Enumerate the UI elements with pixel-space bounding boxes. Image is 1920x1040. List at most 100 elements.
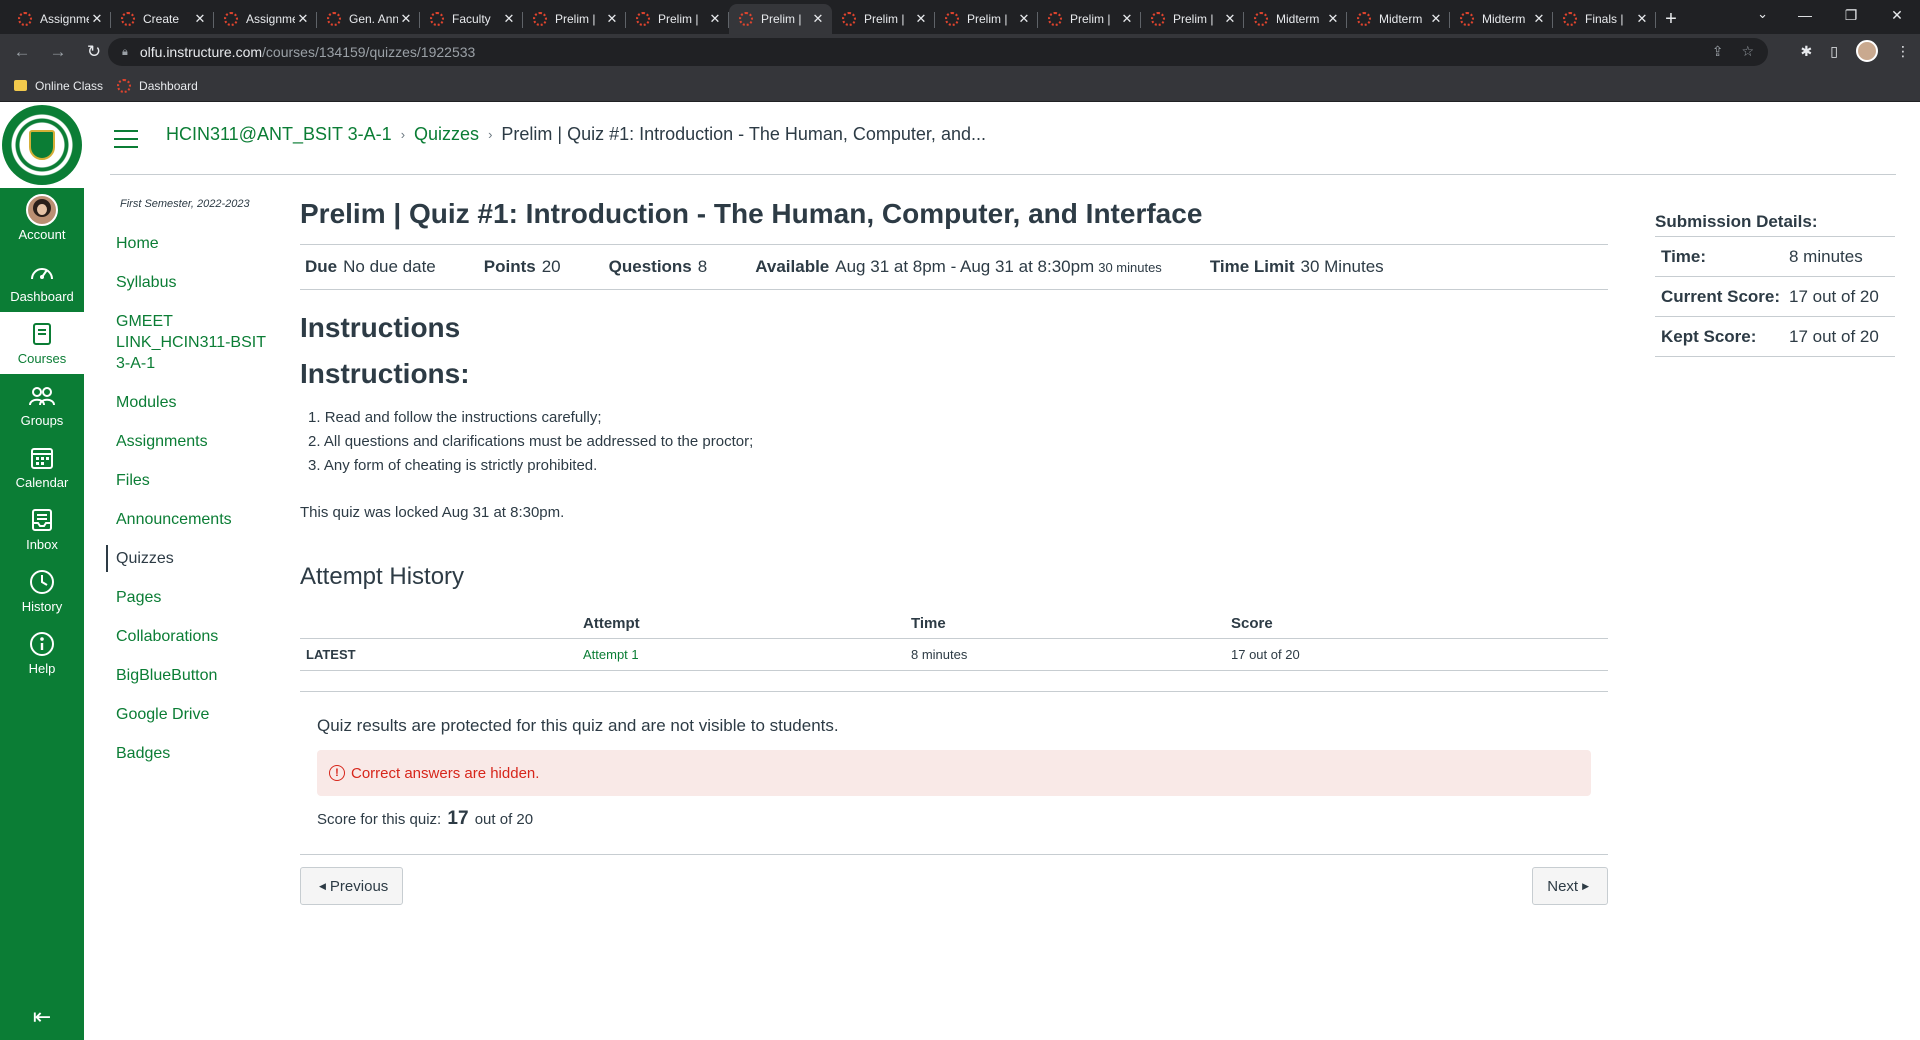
global-nav-calendar[interactable]: Calendar [0,436,84,498]
tab-search-icon[interactable]: ⌄ [1757,6,1768,22]
browser-tab[interactable]: Faculty ✕ [420,4,523,34]
browser-tab[interactable]: Create ✕ [111,4,214,34]
course-nav-item-bigbluebutton[interactable]: BigBlueButton [106,662,276,689]
minimize-button[interactable]: — [1782,7,1828,23]
breadcrumb-quizzes-link[interactable]: Quizzes [414,124,479,145]
course-nav-item-quizzes[interactable]: Quizzes [106,545,276,572]
global-nav-history[interactable]: History [0,560,84,622]
course-nav-item-files[interactable]: Files [106,467,276,494]
calendar-icon [30,444,54,472]
results-protected-note: Quiz results are protected for this quiz… [317,716,839,735]
course-nav-item-modules[interactable]: Modules [106,389,276,416]
course-nav-item-badges[interactable]: Badges [106,740,276,767]
forward-icon[interactable]: → [44,42,72,62]
browser-tab[interactable]: Finals | ✕ [1553,4,1656,34]
attempt-link[interactable]: Attempt 1 [583,647,639,662]
side-panel-icon[interactable]: ▯ [1830,43,1838,60]
course-nav-item-announcements[interactable]: Announcements [106,506,276,533]
canvas-favicon-icon [1460,12,1474,26]
module-pager: ◀ Previous Next ▶ [300,867,1608,905]
course-nav-item-collaborations[interactable]: Collaborations [106,623,276,650]
global-nav-inbox[interactable]: Inbox [0,498,84,560]
chevron-right-icon: › [400,127,406,142]
previous-button[interactable]: ◀ Previous [300,867,404,905]
school-logo[interactable] [0,102,84,188]
bookmark-online-class[interactable]: Online Class [14,79,103,93]
attempt-history-heading: Attempt History [300,563,465,590]
course-nav-item-google-drive[interactable]: Google Drive [106,701,276,728]
browser-tab[interactable]: Prelim | ✕ [935,4,1038,34]
history-icon [29,568,55,596]
extensions-icon[interactable]: ✱ [1801,43,1813,60]
close-tab-icon[interactable]: ✕ [604,11,620,27]
lock-icon: 🔒︎ [122,45,128,58]
global-nav-help[interactable]: Help [0,622,84,684]
row-value: 17 out of 20 [1789,286,1879,306]
close-tab-icon[interactable]: ✕ [913,11,929,27]
breadcrumb-course-link[interactable]: HCIN311@ANT_BSIT 3-A-1 [166,124,392,145]
browser-tab[interactable]: Prelim | ✕ [626,4,729,34]
close-tab-icon[interactable]: ✕ [89,11,105,27]
reload-icon[interactable]: ↻ [80,42,108,62]
browser-tab[interactable]: Midterm ✕ [1244,4,1347,34]
close-tab-icon[interactable]: ✕ [1325,11,1341,27]
close-tab-icon[interactable]: ✕ [192,11,208,27]
tab-title: Prelim | [1070,12,1111,26]
close-tab-icon[interactable]: ✕ [1531,11,1547,27]
browser-tab[interactable]: Assignment✕ [214,4,317,34]
global-nav-label: Help [28,661,56,676]
course-nav-item-home[interactable]: Home [106,230,276,257]
tab-title: Gen. Announcements [349,12,398,26]
global-nav-courses[interactable]: Courses [0,312,84,374]
quiz-results: Quiz results are protected for this quiz… [300,692,1608,830]
close-tab-icon[interactable]: ✕ [501,11,517,27]
attempt-time: 8 minutes [905,638,1225,671]
browser-tab[interactable]: Prelim | ✕ [1038,4,1141,34]
browser-tab[interactable]: Prelim | ✕ [523,4,626,34]
browser-tab[interactable]: Midterm ✕ [1450,4,1553,34]
browser-tab[interactable]: Prelim | ✕ [1141,4,1244,34]
collapse-nav-icon[interactable]: ⇤ [0,1004,84,1030]
new-tab-button[interactable]: + [1656,4,1686,34]
browser-tab[interactable]: Midterm ✕ [1347,4,1450,34]
course-nav-item-syllabus[interactable]: Syllabus [106,269,276,296]
bookmark-label: Dashboard [139,78,198,93]
global-nav-dashboard[interactable]: Dashboard [0,250,84,312]
course-menu-toggle[interactable] [114,130,138,154]
row-label: Kept Score: [1661,326,1757,346]
close-tab-icon[interactable]: ✕ [1016,11,1032,27]
bookmark-dashboard[interactable]: Dashboard [117,78,198,93]
close-tab-icon[interactable]: ✕ [707,11,723,27]
menu-icon[interactable]: ⋮ [1896,43,1910,60]
restore-button[interactable]: ❐ [1828,7,1874,24]
course-nav: First Semester, 2022-2023 Home Syllabus GM… [106,198,276,779]
back-icon[interactable]: ← [8,42,36,62]
share-icon[interactable]: ⇪ [1712,43,1724,60]
global-nav-groups[interactable]: Groups [0,374,84,436]
address-bar[interactable]: 🔒︎ olfu.instructure.com/courses/134159/q… [108,38,1768,66]
browser-tab[interactable]: Prelim | ✕ [729,4,832,34]
browser-tab[interactable]: Gen. Announcements✕ [317,4,420,34]
close-tab-icon[interactable]: ✕ [398,11,414,27]
course-nav-item-pages[interactable]: Pages [106,584,276,611]
profile-avatar[interactable] [1856,40,1878,62]
close-tab-icon[interactable]: ✕ [295,11,311,27]
bookmark-label: Online Class [35,78,104,93]
course-nav-item-gmeet-link-hcin311-bsit-3-a-1[interactable]: GMEET LINK_HCIN311-BSIT 3-A-1 [106,308,276,377]
course-nav-item-assignments[interactable]: Assignments [106,428,276,455]
close-tab-icon[interactable]: ✕ [1222,11,1238,27]
browser-tab[interactable]: Prelim | ✕ [832,4,935,34]
canvas-favicon-icon [117,78,132,93]
breadcrumb-current: Prelim | Quiz #1: Introduction - The Hum… [501,124,986,144]
close-tab-icon[interactable]: ✕ [1634,11,1650,27]
attempt-history-table: Attempt Time Score LATEST Attempt 1 8 mi… [300,609,1608,671]
browser-tab[interactable]: Assignment✕ [8,4,111,34]
next-button[interactable]: Next ▶ [1532,867,1608,905]
bookmark-star-icon[interactable]: ☆ [1741,43,1754,60]
close-tab-icon[interactable]: ✕ [810,11,826,27]
global-nav-account[interactable]: Account [0,188,84,250]
close-window-button[interactable]: ✕ [1874,7,1920,24]
close-tab-icon[interactable]: ✕ [1428,11,1444,27]
canvas-favicon-icon [224,12,238,26]
close-tab-icon[interactable]: ✕ [1119,11,1135,27]
